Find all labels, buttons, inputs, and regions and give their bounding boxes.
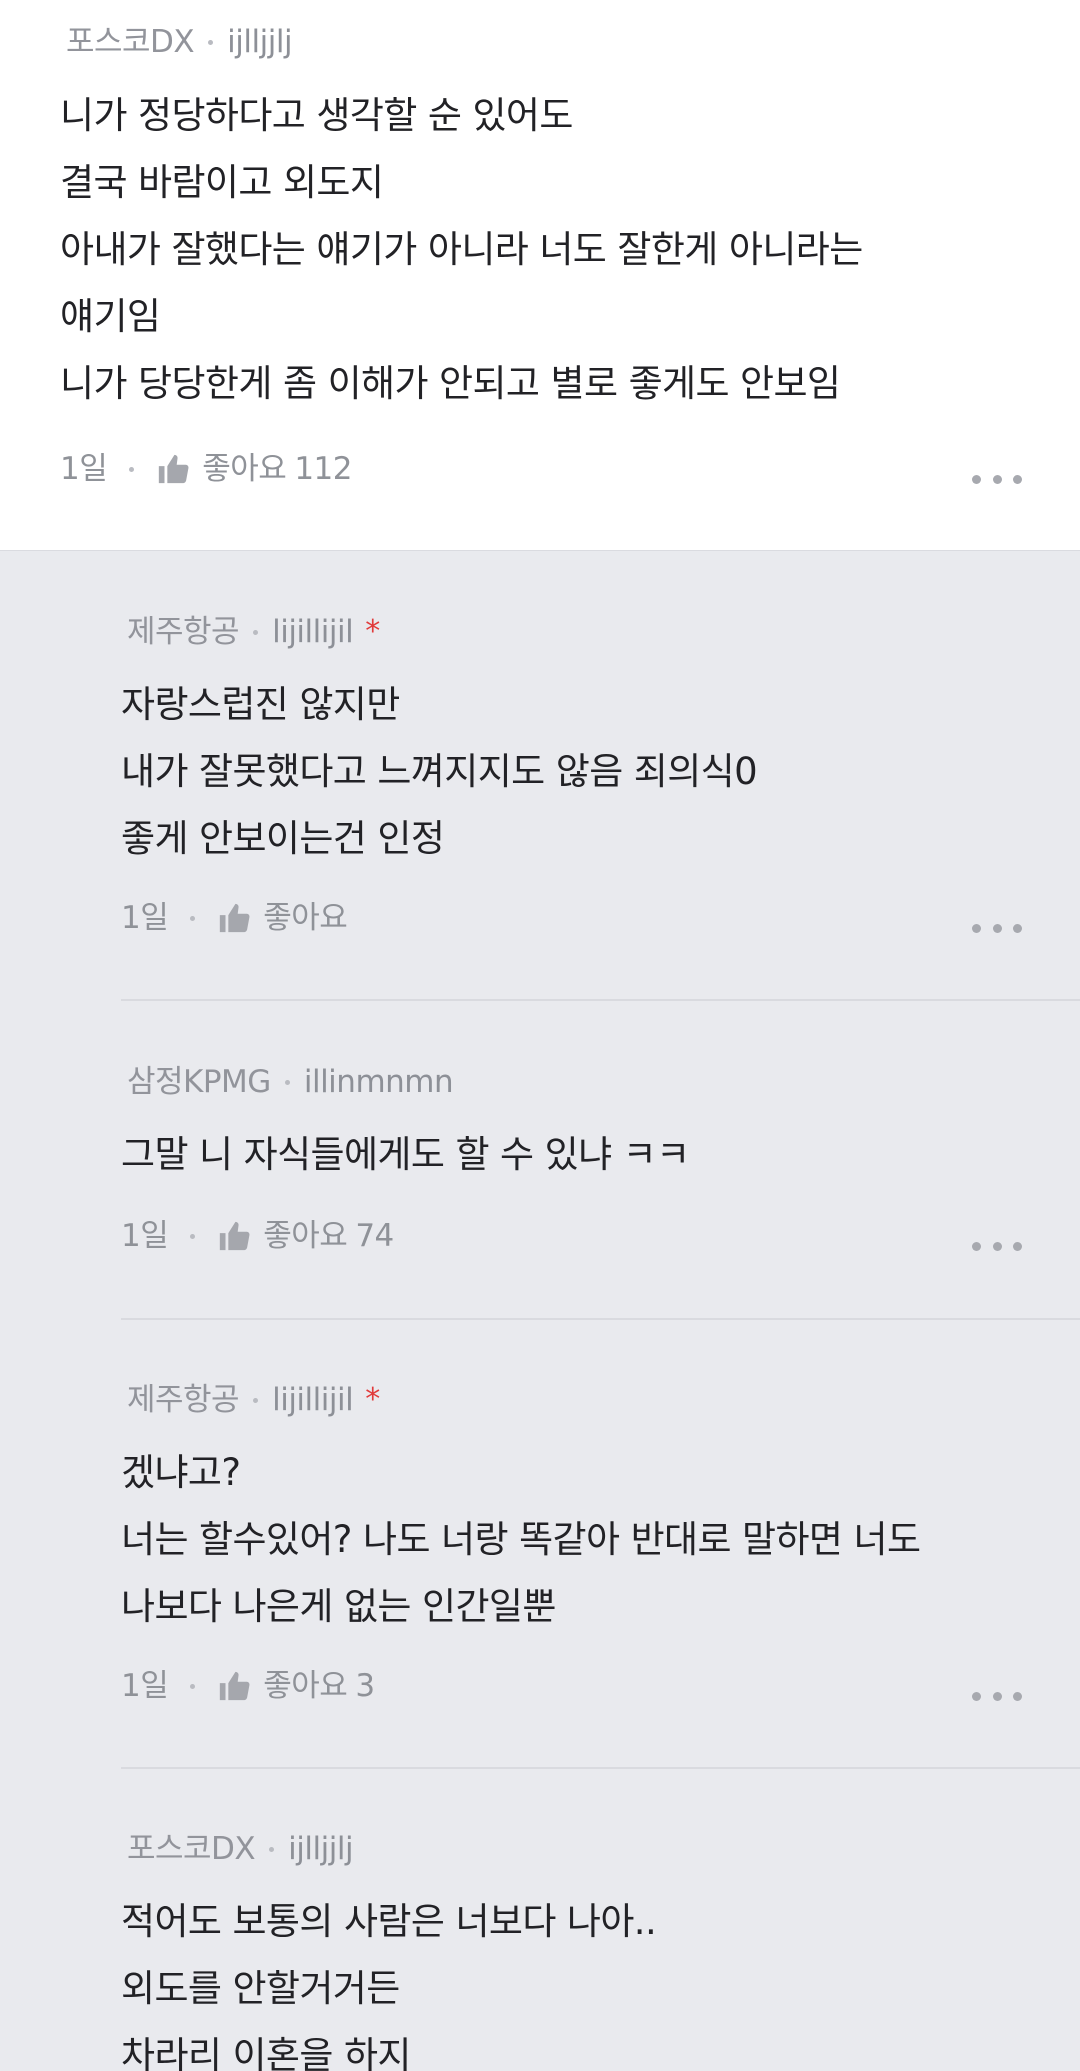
- comment-line: 내가 잘못했다고 느껴지지도 않음 죄의식0: [121, 750, 758, 793]
- comment-line: 너는 할수있어? 나도 너랑 똑같아 반대로 말하면 너도: [121, 1518, 921, 1561]
- more-options-icon[interactable]: [972, 464, 1022, 494]
- comment-time: 1일: [121, 1668, 169, 1704]
- comment-thread: 포스코DX ijlljjlj 니가 정당하다고 생각할 순 있어도 결국 바람이…: [0, 0, 1080, 2071]
- comment-line: 차라리 이혼을 하지: [121, 2034, 411, 2071]
- comment-body: 적어도 보통의 사람은 너보다 나아.. 외도를 안할거거든 차라리 이혼을 하…: [121, 1888, 657, 2071]
- comment-body: 자랑스럽진 않지만 내가 잘못했다고 느껴지지도 않음 죄의식0 좋게 안보이는…: [121, 671, 758, 872]
- comment-line: 그말 니 자식들에게도 할 수 있냐 ㅋㅋ: [121, 1133, 690, 1176]
- comment-line: 좋게 안보이는건 인정: [121, 817, 445, 860]
- comment-line: 결국 바람이고 외도지: [60, 161, 384, 204]
- divider: [121, 1767, 1080, 1769]
- comment-meta: 포스코DX ijlljjlj: [66, 22, 293, 62]
- meta-separator: [208, 39, 214, 45]
- more-options-icon[interactable]: [972, 1681, 1022, 1711]
- like-button[interactable]: 좋아요: [202, 449, 287, 489]
- like-count: 112: [294, 451, 352, 487]
- like-button[interactable]: 좋아요: [263, 1666, 348, 1706]
- comment-time: 1일: [60, 451, 108, 487]
- comment-body: 그말 니 자식들에게도 할 수 있냐 ㅋㅋ: [121, 1121, 690, 1188]
- comment-line: 적어도 보통의 사람은 너보다 나아..: [121, 1900, 657, 1943]
- comment-body: 겠냐고? 너는 할수있어? 나도 너랑 똑같아 반대로 말하면 너도 나보다 나…: [121, 1439, 921, 1640]
- actions-separator: [190, 1683, 196, 1689]
- more-options-icon[interactable]: [972, 913, 1022, 943]
- username[interactable]: lijillijil: [272, 612, 354, 652]
- divider: [121, 1318, 1080, 1320]
- comment-meta: 삼정KPMG illinmnmn: [127, 1062, 454, 1102]
- thumbs-up-icon[interactable]: [217, 1669, 251, 1703]
- comment-actions: 1일 좋아요: [121, 898, 355, 938]
- author-star-badge: *: [365, 614, 380, 649]
- thumbs-up-icon[interactable]: [156, 452, 190, 486]
- comment-line: 자랑스럽진 않지만: [121, 683, 400, 726]
- comment-meta: 제주항공 lijillijil *: [127, 612, 380, 652]
- comment-actions: 1일 좋아요 112: [60, 449, 352, 489]
- company-name[interactable]: 제주항공: [127, 1380, 240, 1420]
- company-name[interactable]: 포스코DX: [66, 22, 195, 62]
- comment-line: 얘기임: [60, 295, 161, 338]
- comment-line: 아내가 잘했다는 얘기가 아니라 너도 잘한게 아니라는: [60, 228, 863, 271]
- author-star-badge: *: [365, 1382, 380, 1417]
- comment-line: 니가 당당한게 좀 이해가 안되고 별로 좋게도 안보임: [60, 362, 841, 405]
- company-name[interactable]: 삼정KPMG: [127, 1062, 271, 1102]
- meta-separator: [253, 629, 259, 635]
- thumbs-up-icon[interactable]: [217, 901, 251, 935]
- comment-line: 겠냐고?: [121, 1451, 241, 1494]
- thumbs-up-icon[interactable]: [217, 1219, 251, 1253]
- username[interactable]: ijlljjlj: [288, 1829, 353, 1869]
- actions-separator: [190, 1233, 196, 1239]
- comment-meta: 포스코DX ijlljjlj: [127, 1829, 354, 1869]
- company-name[interactable]: 포스코DX: [127, 1829, 256, 1869]
- actions-separator: [190, 915, 196, 921]
- comment-actions: 1일 좋아요 74: [121, 1216, 394, 1256]
- username[interactable]: illinmnmn: [304, 1062, 454, 1102]
- like-count: 74: [355, 1218, 394, 1254]
- comment-line: 나보다 나은게 없는 인간일뿐: [121, 1585, 556, 1628]
- more-options-icon[interactable]: [972, 1231, 1022, 1261]
- like-count: 3: [355, 1668, 375, 1704]
- comment-body: 니가 정당하다고 생각할 순 있어도 결국 바람이고 외도지 아내가 잘했다는 …: [60, 82, 863, 417]
- divider: [121, 999, 1080, 1001]
- comment-meta: 제주항공 lijillijil *: [127, 1380, 380, 1420]
- comment-line: 외도를 안할거거든: [121, 1967, 400, 2010]
- username[interactable]: lijillijil: [272, 1380, 354, 1420]
- comment-time: 1일: [121, 900, 169, 936]
- comment-actions: 1일 좋아요 3: [121, 1666, 375, 1706]
- company-name[interactable]: 제주항공: [127, 612, 240, 652]
- like-button[interactable]: 좋아요: [263, 1216, 348, 1256]
- meta-separator: [253, 1397, 259, 1403]
- comment-time: 1일: [121, 1218, 169, 1254]
- meta-separator: [284, 1079, 290, 1085]
- actions-separator: [129, 466, 135, 472]
- comment-line: 니가 정당하다고 생각할 순 있어도: [60, 94, 573, 137]
- username[interactable]: ijlljjlj: [227, 22, 292, 62]
- like-button[interactable]: 좋아요: [263, 898, 348, 938]
- meta-separator: [269, 1846, 275, 1852]
